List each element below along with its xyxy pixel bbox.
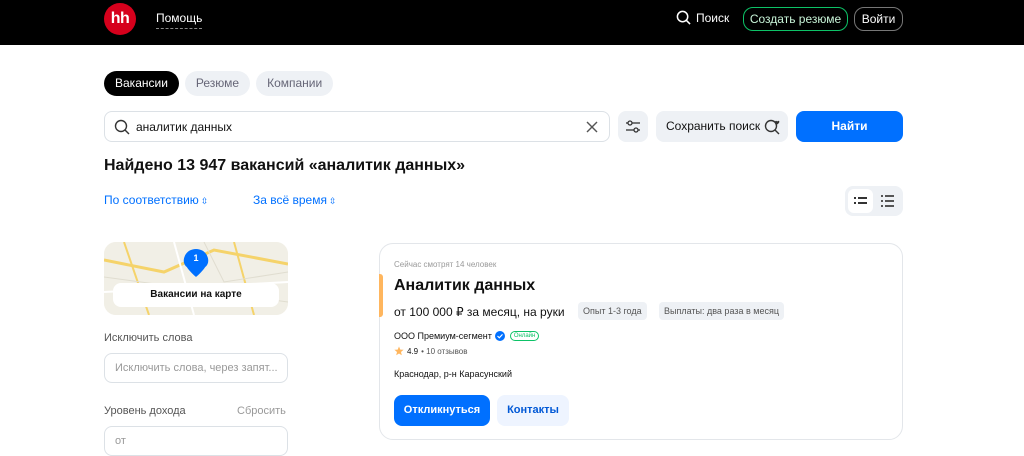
sort-relevance-dropdown[interactable]: По соответствию ⇳ [104, 193, 208, 207]
list-view-button[interactable] [848, 189, 873, 213]
exclude-words-input[interactable]: Исключить слова, через запят... [104, 353, 288, 383]
search-type-tabs: Вакансии Резюме Компании [104, 71, 334, 96]
hh-logo[interactable]: hh [104, 3, 136, 35]
experience-chip: Опыт 1-3 года [578, 302, 647, 320]
tab-companies[interactable]: Компании [256, 71, 334, 96]
exclude-words-label: Исключить слова [104, 332, 193, 344]
income-from-input[interactable]: от [104, 426, 288, 456]
vacancy-location: Краснодар, р-н Карасунский [394, 369, 512, 379]
search-input-value: аналитик данных [136, 120, 233, 134]
payouts-chip: Выплаты: два раза в месяц [659, 302, 784, 320]
compact-list-icon [881, 195, 894, 207]
star-icon [394, 346, 404, 356]
vacancy-title[interactable]: Аналитик данных [394, 277, 535, 295]
vacancy-salary: от 100 000 ₽ за месяц, на руки [394, 305, 565, 319]
verified-icon [494, 331, 505, 341]
login-button[interactable]: Войти [854, 7, 903, 31]
clear-icon[interactable] [584, 119, 600, 135]
search-icon [114, 119, 130, 135]
watching-now: Сейчас смотрят 14 человек [394, 260, 497, 269]
view-mode-toggle [845, 186, 903, 216]
save-search-button[interactable]: Сохранить поиск [656, 111, 788, 142]
sort-arrows-icon: ⇳ [200, 196, 209, 206]
create-resume-button[interactable]: Создать резюме [743, 7, 848, 31]
search-heart-icon [764, 119, 780, 135]
search-input[interactable]: аналитик данных [104, 111, 610, 142]
company-rating[interactable]: 4.9 • 10 отзывов [394, 346, 467, 356]
search-icon [676, 10, 691, 25]
help-link[interactable]: Помощь [156, 11, 203, 29]
top-navbar: hh Помощь Поиск Создать резюме Войти [0, 0, 1024, 45]
sort-time-label: За всё время [253, 193, 327, 207]
save-search-label: Сохранить поиск [666, 119, 761, 133]
advanced-filter-button[interactable] [618, 111, 648, 142]
income-reset-link[interactable]: Сбросить [237, 405, 286, 417]
list-icon [854, 197, 867, 204]
tab-vacancies[interactable]: Вакансии [104, 71, 179, 96]
vacancies-map[interactable]: 1 Вакансии на карте [104, 242, 288, 315]
sliders-icon [626, 120, 640, 133]
find-button[interactable]: Найти [796, 111, 903, 142]
tab-resumes[interactable]: Резюме [184, 71, 251, 96]
sort-arrows-icon: ⇳ [328, 196, 337, 206]
apply-button[interactable]: Откликнуться [394, 395, 490, 426]
sort-relevance-label: По соответствию [104, 193, 199, 207]
company-row: ООО Премиум-сегмент Онлайн [394, 331, 540, 341]
company-name[interactable]: ООО Премиум-сегмент [394, 331, 492, 341]
rating-value: 4.9 [407, 346, 419, 356]
highlight-stripe [379, 274, 383, 317]
compact-view-button[interactable] [875, 189, 900, 213]
header-search-button[interactable]: Поиск [676, 10, 729, 25]
map-label: Вакансии на карте [113, 283, 279, 307]
reviews-count: • 10 отзывов [421, 346, 468, 356]
online-badge: Онлайн [509, 331, 540, 341]
vacancy-card[interactable]: Сейчас смотрят 14 человек Аналитик данны… [379, 243, 903, 440]
header-search-label: Поиск [696, 10, 730, 25]
contacts-button[interactable]: Контакты [497, 395, 569, 426]
income-label: Уровень дохода [104, 405, 186, 417]
sort-time-dropdown[interactable]: За всё время ⇳ [253, 193, 337, 207]
results-title: Найдено 13 947 вакансий «аналитик данных… [104, 157, 466, 174]
map-pin-count: 1 [193, 253, 199, 263]
